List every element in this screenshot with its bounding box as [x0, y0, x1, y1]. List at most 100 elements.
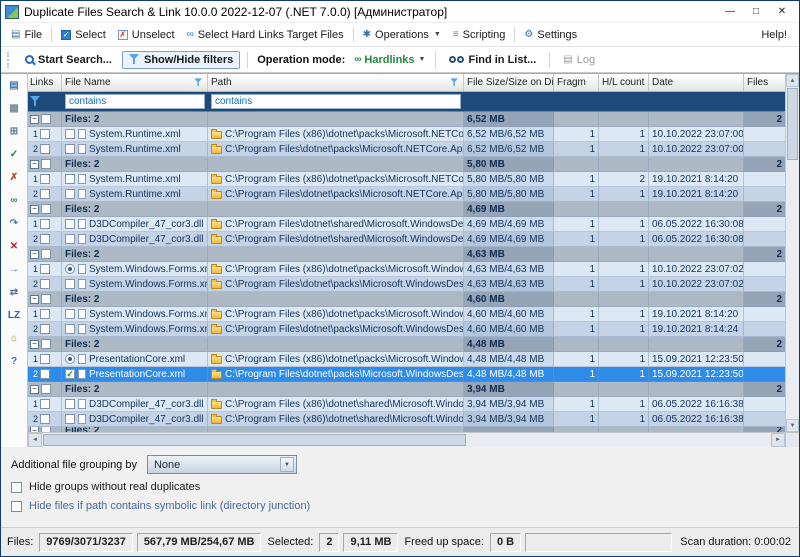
group-checkbox[interactable]	[41, 114, 51, 124]
col-fragm[interactable]: Fragm	[554, 74, 599, 91]
file-row[interactable]: 2System.Windows.Forms.xmlC:\Program File…	[28, 277, 785, 292]
file-row[interactable]: 2D3DCompiler_47_cor3.dllC:\Program Files…	[28, 412, 785, 427]
collapse-icon[interactable]: −	[30, 340, 39, 349]
help-icon[interactable]: ?	[6, 353, 22, 369]
start-search-button[interactable]: Start Search...	[19, 51, 118, 69]
group-checkbox[interactable]	[41, 159, 51, 169]
menu-file[interactable]: ▤File	[5, 26, 48, 44]
links-checkbox[interactable]	[40, 399, 50, 409]
col-links[interactable]: Links	[28, 74, 62, 91]
row-checkbox[interactable]	[65, 129, 75, 139]
group-checkbox[interactable]	[41, 249, 51, 259]
show-hide-filters-button[interactable]: Show/Hide filters	[122, 51, 240, 69]
row-checkbox[interactable]	[65, 309, 75, 319]
file-row[interactable]: 2System.Runtime.xmlC:\Program Files\dotn…	[28, 142, 785, 157]
file-row[interactable]: 1D3DCompiler_47_cor3.dllC:\Program Files…	[28, 217, 785, 232]
copy-icon[interactable]: ⊞	[6, 123, 22, 139]
row-checkbox[interactable]	[65, 144, 75, 154]
hscroll-thumb[interactable]	[43, 434, 466, 446]
scroll-down-icon[interactable]: ▼	[786, 419, 799, 432]
links-checkbox[interactable]	[40, 174, 50, 184]
select-group-icon[interactable]: ✓	[6, 146, 22, 162]
menu-help[interactable]: Help!	[753, 26, 795, 44]
hide-groups-checkbox[interactable]	[11, 482, 22, 493]
row-checkbox[interactable]	[65, 369, 75, 379]
col-hl-count[interactable]: H/L count	[599, 74, 649, 91]
log-button[interactable]: ▤Log	[557, 51, 601, 69]
links-checkbox[interactable]	[40, 309, 50, 319]
folder-open-icon[interactable]: ⌂	[6, 330, 22, 346]
scroll-up-icon[interactable]: ▲	[786, 74, 799, 87]
file-row[interactable]: 1PresentationCore.xmlC:\Program Files (x…	[28, 352, 785, 367]
filter-funnel-icon[interactable]	[450, 78, 458, 86]
col-date[interactable]: Date	[649, 74, 744, 91]
menu-unselect[interactable]: ✗Unselect	[112, 26, 181, 44]
file-row[interactable]: 2PresentationCore.xmlC:\Program Files\do…	[28, 367, 785, 382]
hardlink-icon[interactable]: ∞	[6, 192, 22, 208]
links-checkbox[interactable]	[40, 264, 50, 274]
minimize-button[interactable]: —	[721, 4, 739, 19]
group-checkbox[interactable]	[41, 384, 51, 394]
symlink-icon[interactable]: ↷	[6, 215, 22, 231]
vertical-scrollbar[interactable]: ▲ ▼	[785, 74, 799, 447]
file-row[interactable]: 1System.Runtime.xmlC:\Program Files (x86…	[28, 172, 785, 187]
row-checkbox[interactable]	[65, 174, 75, 184]
horizontal-scrollbar[interactable]: ◄ ►	[28, 432, 785, 447]
links-checkbox[interactable]	[40, 189, 50, 199]
file-row[interactable]: 1System.Windows.Forms.xmlC:\Program File…	[28, 307, 785, 322]
links-checkbox[interactable]	[40, 144, 50, 154]
file-row[interactable]: 1System.Runtime.xmlC:\Program Files (x86…	[28, 127, 785, 142]
links-checkbox[interactable]	[40, 234, 50, 244]
row-checkbox[interactable]	[65, 279, 75, 289]
row-checkbox[interactable]	[65, 189, 75, 199]
links-checkbox[interactable]	[40, 414, 50, 424]
path-filter-input[interactable]: contains	[211, 94, 461, 109]
group-checkbox[interactable]	[41, 294, 51, 304]
group-header-row[interactable]: −Files: 24,60 MB2	[28, 292, 785, 307]
row-checkbox[interactable]	[65, 414, 75, 424]
operation-mode-select[interactable]: ∞Hardlinks▼	[351, 51, 428, 69]
group-header-row[interactable]: −Files: 24,69 MB2	[28, 202, 785, 217]
collapse-icon[interactable]: −	[30, 385, 39, 394]
group-checkbox[interactable]	[41, 204, 51, 214]
move-file-icon[interactable]: →	[6, 261, 22, 277]
col-file-name[interactable]: File Name	[62, 74, 208, 91]
links-checkbox[interactable]	[40, 369, 50, 379]
collapse-icon[interactable]: −	[30, 160, 39, 169]
file-row[interactable]: 2System.Windows.Forms.xmlC:\Program File…	[28, 322, 785, 337]
delete-file-icon[interactable]: ✕	[6, 238, 22, 254]
col-file-size[interactable]: File Size/Size on Disk	[464, 74, 554, 91]
lz-compress-icon[interactable]: LZ	[6, 307, 22, 323]
group-header-row[interactable]: −Files: 24,48 MB2	[28, 337, 785, 352]
find-in-list-button[interactable]: Find in List...	[443, 51, 542, 69]
links-checkbox[interactable]	[40, 324, 50, 334]
unselect-group-icon[interactable]: ✗	[6, 169, 22, 185]
save-report-icon[interactable]: ▦	[6, 100, 22, 116]
compare-icon[interactable]: ⇄	[6, 284, 22, 300]
menu-settings[interactable]: ⚙Settings	[518, 26, 583, 44]
vscroll-thumb[interactable]	[787, 88, 798, 160]
links-checkbox[interactable]	[40, 219, 50, 229]
menu-operations[interactable]: ✱Operations▼	[357, 26, 447, 44]
collapse-icon[interactable]: −	[30, 205, 39, 214]
menu-scripting[interactable]: ≡Scripting	[447, 26, 512, 44]
row-checkbox[interactable]	[65, 234, 75, 244]
scroll-right-icon[interactable]: ►	[771, 433, 785, 447]
group-header-row[interactable]: −Files: 24,63 MB2	[28, 247, 785, 262]
toolbar-gripper[interactable]	[7, 52, 13, 68]
collapse-icon[interactable]: −	[30, 115, 39, 124]
group-checkbox[interactable]	[41, 339, 51, 349]
collapse-icon[interactable]: −	[30, 250, 39, 259]
grouping-select[interactable]: None ▼	[147, 455, 297, 474]
file-row[interactable]: 1System.Windows.Forms.xmlC:\Program File…	[28, 262, 785, 277]
row-checkbox[interactable]	[65, 324, 75, 334]
close-button[interactable]: ✕	[773, 4, 791, 19]
links-checkbox[interactable]	[40, 354, 50, 364]
col-path[interactable]: Path	[208, 74, 464, 91]
file-list-icon[interactable]: ▤	[6, 77, 22, 93]
col-files[interactable]: Files	[744, 74, 785, 91]
row-checkbox[interactable]	[65, 219, 75, 229]
file-name-filter-input[interactable]: contains	[65, 94, 205, 109]
file-row[interactable]: 1D3DCompiler_47_cor3.dllC:\Program Files…	[28, 397, 785, 412]
links-checkbox[interactable]	[40, 129, 50, 139]
